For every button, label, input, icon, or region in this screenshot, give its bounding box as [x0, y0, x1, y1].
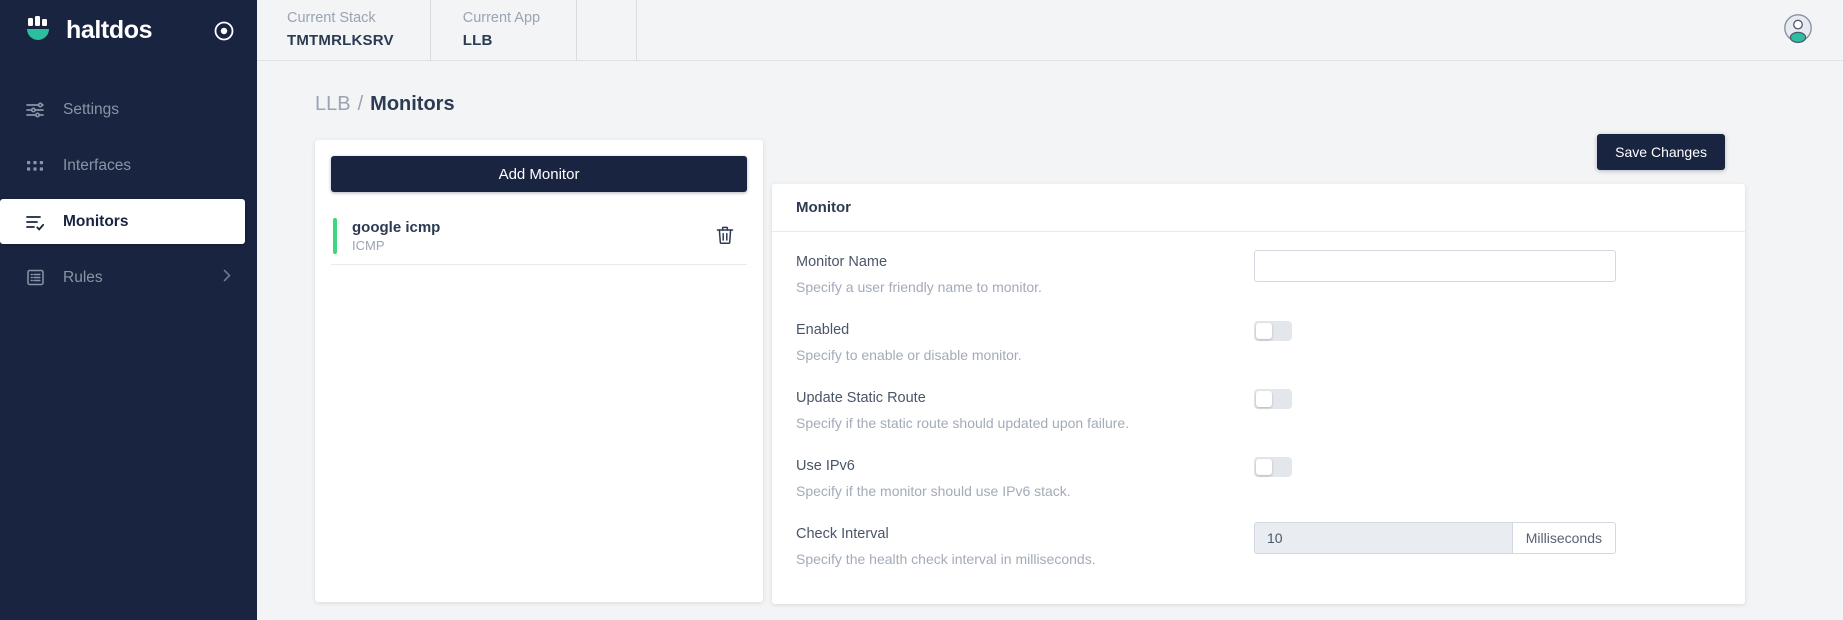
field-label: Update Static Route [796, 390, 926, 406]
current-stack-context: Current Stack TMTMRLKSRV [287, 0, 431, 61]
sidebar-item-monitors[interactable]: Monitors [0, 199, 245, 244]
monitor-list-panel: Add Monitor google icmp ICMP [315, 140, 763, 602]
toggle-knob [1256, 391, 1272, 407]
trash-icon[interactable] [715, 225, 735, 246]
field-right [1254, 316, 1721, 341]
sliders-icon [24, 99, 46, 121]
topbar: Current Stack TMTMRLKSRV Current App LLB [257, 0, 1843, 61]
sidebar: haltdos Settings Interfaces Monitors Rul… [0, 0, 257, 620]
brand-row: haltdos [0, 0, 257, 61]
field-label: Enabled [796, 322, 850, 338]
current-stack-label: Current Stack [287, 10, 376, 27]
sidebar-item-interfaces[interactable]: Interfaces [0, 143, 257, 188]
target-icon[interactable] [211, 18, 237, 44]
save-changes-button[interactable]: Save Changes [1597, 134, 1725, 170]
field-description: Specify a user friendly name to monitor. [796, 278, 1042, 295]
monitor-type: ICMP [352, 237, 385, 253]
chevron-right-icon [223, 269, 231, 287]
sidebar-item-label: Rules [63, 268, 103, 286]
brand-name: haltdos [66, 16, 153, 44]
monitor-form-panel: Monitor Monitor Name Specify a user frie… [772, 184, 1745, 604]
main-area: Current Stack TMTMRLKSRV Current App LLB [257, 0, 1843, 620]
topbar-divider [577, 0, 638, 61]
check-interval-unit: Milliseconds [1511, 522, 1616, 554]
panels: Add Monitor google icmp ICMP Save Change… [293, 134, 1813, 604]
sidebar-item-settings[interactable]: Settings [0, 87, 257, 132]
field-description: Specify if the monitor should use IPv6 s… [796, 482, 1071, 499]
sidebar-item-label: Monitors [63, 212, 129, 230]
sidebar-item-label: Interfaces [63, 156, 132, 174]
page-content: LLB / Monitors Add Monitor google icmp I… [257, 61, 1843, 620]
field-left: Monitor Name Specify a user friendly nam… [796, 248, 1254, 298]
sidebar-item-rules[interactable]: Rules [0, 255, 257, 300]
field-update-static-route: Update Static Route Specify if the stati… [796, 384, 1721, 452]
check-interval-group: Milliseconds [1254, 522, 1616, 554]
save-row: Save Changes [772, 134, 1813, 172]
user-avatar-icon [1783, 13, 1813, 48]
haltdos-logo-icon [22, 14, 56, 48]
field-right [1254, 452, 1721, 477]
monitor-form-wrap: Save Changes Monitor Monitor Name Specif… [772, 134, 1813, 604]
field-label: Monitor Name [796, 254, 888, 270]
current-app-context: Current App LLB [431, 0, 578, 61]
current-app-label: Current App [462, 10, 541, 27]
field-enabled: Enabled Specify to enable or disable mon… [796, 316, 1721, 384]
monitor-name-input[interactable] [1254, 250, 1616, 282]
field-monitor-name: Monitor Name Specify a user friendly nam… [796, 248, 1721, 316]
sidebar-nav: Settings Interfaces Monitors Rules [0, 87, 257, 300]
field-label: Check Interval [796, 526, 889, 542]
field-label: Use IPv6 [796, 458, 855, 474]
field-check-interval: Check Interval Specify the health check … [796, 520, 1721, 588]
list-box-icon [24, 267, 46, 289]
field-right [1254, 384, 1721, 409]
add-monitor-button[interactable]: Add Monitor [331, 156, 747, 192]
form-body: Monitor Name Specify a user friendly nam… [772, 232, 1745, 588]
current-app-value: LLB [462, 32, 493, 50]
sidebar-item-label: Settings [63, 100, 120, 118]
use-ipv6-toggle[interactable] [1254, 457, 1292, 477]
monitor-name: google icmp [352, 218, 441, 236]
page-title: Monitors [370, 93, 455, 115]
list-item[interactable]: google icmp ICMP [331, 207, 747, 265]
breadcrumb-separator: / [357, 93, 364, 115]
field-description: Specify the health check interval in mil… [796, 550, 1096, 567]
grid-dots-icon [24, 155, 46, 177]
monitor-row-texts: google icmp ICMP [352, 219, 440, 253]
check-interval-input[interactable] [1254, 522, 1512, 554]
update-static-route-toggle[interactable] [1254, 389, 1292, 409]
field-left: Use IPv6 Specify if the monitor should u… [796, 452, 1254, 502]
current-stack-value: TMTMRLKSRV [287, 32, 394, 50]
breadcrumb-parent[interactable]: LLB [315, 93, 351, 116]
toggle-knob [1256, 323, 1272, 339]
avatar[interactable] [1783, 13, 1813, 48]
field-use-ipv6: Use IPv6 Specify if the monitor should u… [796, 452, 1721, 520]
field-right [1254, 248, 1721, 282]
form-header: Monitor [772, 184, 1745, 232]
app-root: haltdos Settings Interfaces Monitors Rul… [0, 0, 1843, 620]
toggle-knob [1256, 459, 1272, 475]
field-description: Specify if the static route should updat… [796, 414, 1130, 431]
field-description: Specify to enable or disable monitor. [796, 346, 1022, 363]
list-check-icon [24, 211, 46, 233]
enabled-toggle[interactable] [1254, 321, 1292, 341]
field-left: Check Interval Specify the health check … [796, 520, 1254, 570]
field-left: Update Static Route Specify if the stati… [796, 384, 1254, 434]
field-right: Milliseconds [1254, 520, 1721, 554]
field-left: Enabled Specify to enable or disable mon… [796, 316, 1254, 366]
breadcrumb: LLB / Monitors [293, 61, 1813, 116]
monitor-list: google icmp ICMP [315, 207, 763, 265]
status-indicator [333, 217, 337, 254]
